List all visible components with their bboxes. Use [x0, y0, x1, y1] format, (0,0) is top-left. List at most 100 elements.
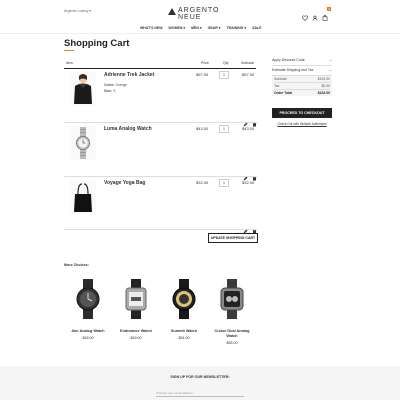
item-subtotal: $32.00	[242, 180, 255, 185]
update-cart-button[interactable]: UPDATE SHOPPING CART	[208, 233, 258, 243]
option-value: Orange	[115, 83, 127, 87]
option-label: Size:	[104, 89, 113, 93]
row-divider	[64, 176, 256, 177]
cart-table-header: Item Price Qty Subtotal	[64, 60, 256, 69]
chevron-down-icon: ⌄	[329, 58, 332, 62]
order-total-row: Order Total $132.00	[274, 90, 330, 96]
shipping-label: Estimate Shipping and Tax	[272, 68, 314, 72]
header-item: Item	[66, 61, 73, 65]
trash-icon[interactable]	[252, 114, 257, 127]
product-price: $45.00	[82, 336, 94, 340]
row-divider	[64, 122, 256, 123]
item-price: $32.00	[196, 180, 209, 185]
trash-icon[interactable]	[252, 221, 257, 234]
cart-icon[interactable]: 3	[322, 7, 331, 21]
product-name[interactable]: Luma Analog Watch	[104, 126, 152, 132]
nav-item-whats-new[interactable]: WHAT'S NEW	[140, 26, 163, 31]
header-subtotal: Subtotal	[241, 61, 254, 65]
heart-icon[interactable]	[302, 8, 308, 21]
product-image[interactable]	[170, 279, 198, 319]
more-choices-title: More Choices:	[64, 263, 89, 267]
nav-item-training-label: TRAINING	[226, 26, 244, 30]
product-card[interactable]: Endurance Watch $49.00	[114, 275, 158, 347]
store-selector-label: Argento Luxury	[64, 9, 89, 13]
product-image[interactable]	[122, 279, 150, 319]
multi-address-link[interactable]: Check Out with Multiple Addresses	[272, 122, 332, 126]
nav-item-gear-label: GEAR	[207, 26, 218, 30]
discount-label: Apply Discount Code	[272, 58, 305, 62]
edit-icon[interactable]	[243, 221, 248, 234]
nav-item-women-label: WOMEN	[168, 26, 183, 30]
edit-icon[interactable]	[243, 168, 248, 181]
product-image[interactable]	[70, 180, 96, 214]
product-card[interactable]: Summit Watch $54.00	[162, 275, 206, 347]
tax-value: $0.00	[321, 84, 331, 88]
proceed-to-checkout-button[interactable]: PROCEED TO CHECKOUT	[272, 108, 332, 118]
item-price: $57.00	[196, 72, 209, 77]
subtotal-value: $132.00	[317, 77, 330, 81]
header-price: Price	[201, 61, 209, 65]
product-card[interactable]: Cruise Dual Analog Watch $55.00	[210, 275, 254, 347]
product-name[interactable]: Adrienne Trek Jacket	[104, 72, 154, 78]
nav-item-men-label: MEN	[191, 26, 199, 30]
qty-input[interactable]: 1	[219, 179, 229, 187]
product-image[interactable]	[70, 72, 96, 106]
order-total-label: Order Total	[274, 91, 293, 95]
newsletter-email-input[interactable]: ✉ Enter your email address	[156, 390, 244, 397]
page-title: Shopping Cart	[64, 38, 130, 49]
header-qty: Qty	[223, 61, 229, 65]
trash-icon[interactable]	[252, 168, 257, 181]
product-price: $54.00	[178, 336, 190, 340]
edit-icon[interactable]	[243, 114, 248, 127]
product-price: $55.00	[226, 341, 238, 345]
item-price: $43.00	[196, 126, 209, 131]
product-image[interactable]	[70, 126, 96, 160]
user-icon[interactable]	[312, 8, 318, 21]
chevron-down-icon: ⌄	[329, 68, 332, 72]
nav-divider	[0, 33, 400, 34]
subtotal-label: Subtotal	[274, 77, 287, 81]
product-image[interactable]	[218, 279, 246, 319]
product-option-size: Size: S	[104, 89, 116, 93]
product-name[interactable]: Voyage Yoga Bag	[104, 180, 145, 186]
store-selector[interactable]: Argento Luxury ▾	[64, 9, 91, 13]
item-subtotal: $57.00	[242, 72, 255, 77]
nav-item-men[interactable]: MEN ▾	[191, 26, 202, 31]
subtotal-row: Subtotal $132.00	[274, 76, 330, 83]
nav-item-sale[interactable]: SALE	[252, 26, 261, 31]
row-divider	[64, 229, 256, 230]
brand-logo[interactable]: ARGENTO NEUE	[168, 7, 240, 21]
product-image[interactable]	[74, 279, 102, 319]
cart-summary: Apply Discount Code ⌄ Estimate Shipping a…	[272, 56, 332, 96]
product-option-color: Color: Orange	[104, 83, 127, 87]
cart-count-badge: 3	[327, 7, 331, 11]
discount-toggle[interactable]: Apply Discount Code ⌄	[272, 56, 332, 66]
product-name[interactable]: Cruise Dual Analog Watch	[210, 329, 254, 339]
qty-input[interactable]: 1	[219, 71, 229, 79]
product-price: $49.00	[130, 336, 142, 340]
product-name[interactable]: Endurance Watch	[114, 329, 158, 334]
item-subtotal: $43.00	[242, 126, 255, 131]
nav-item-women[interactable]: WOMEN ▾	[169, 26, 186, 31]
nav-item-training[interactable]: TRAINING ▾	[226, 26, 246, 31]
option-label: Color:	[104, 83, 115, 87]
main-nav: WHAT'S NEW WOMEN ▾ MEN ▾ GEAR ▾ TRAINING…	[140, 26, 261, 31]
nav-item-gear[interactable]: GEAR ▾	[208, 26, 221, 31]
tax-label: Tax	[274, 84, 280, 88]
newsletter-placeholder: Enter your email address	[159, 391, 193, 395]
header: Argento Luxury ▾ ARGENTO NEUE 3 WHAT'S N…	[0, 0, 400, 34]
product-name[interactable]: Aim Analog Watch	[66, 329, 110, 334]
order-total-value: $132.00	[317, 91, 330, 95]
tax-row: Tax $0.00	[274, 83, 330, 90]
option-value: S	[113, 89, 116, 93]
product-name[interactable]: Summit Watch	[162, 329, 206, 334]
logo-icon	[168, 8, 176, 15]
newsletter-title: SIGN UP FOR OUR NEWSLETTER:	[170, 375, 230, 379]
title-underline	[64, 50, 74, 51]
brand-name: ARGENTO NEUE	[178, 7, 220, 21]
qty-input[interactable]: 1	[219, 125, 229, 133]
totals-box: Subtotal $132.00 Tax $0.00 Order Total $132…	[272, 76, 332, 96]
header-icons: 3	[302, 7, 331, 21]
product-card[interactable]: Aim Analog Watch $45.00	[66, 275, 110, 347]
shipping-toggle[interactable]: Estimate Shipping and Tax ⌄	[272, 66, 332, 76]
